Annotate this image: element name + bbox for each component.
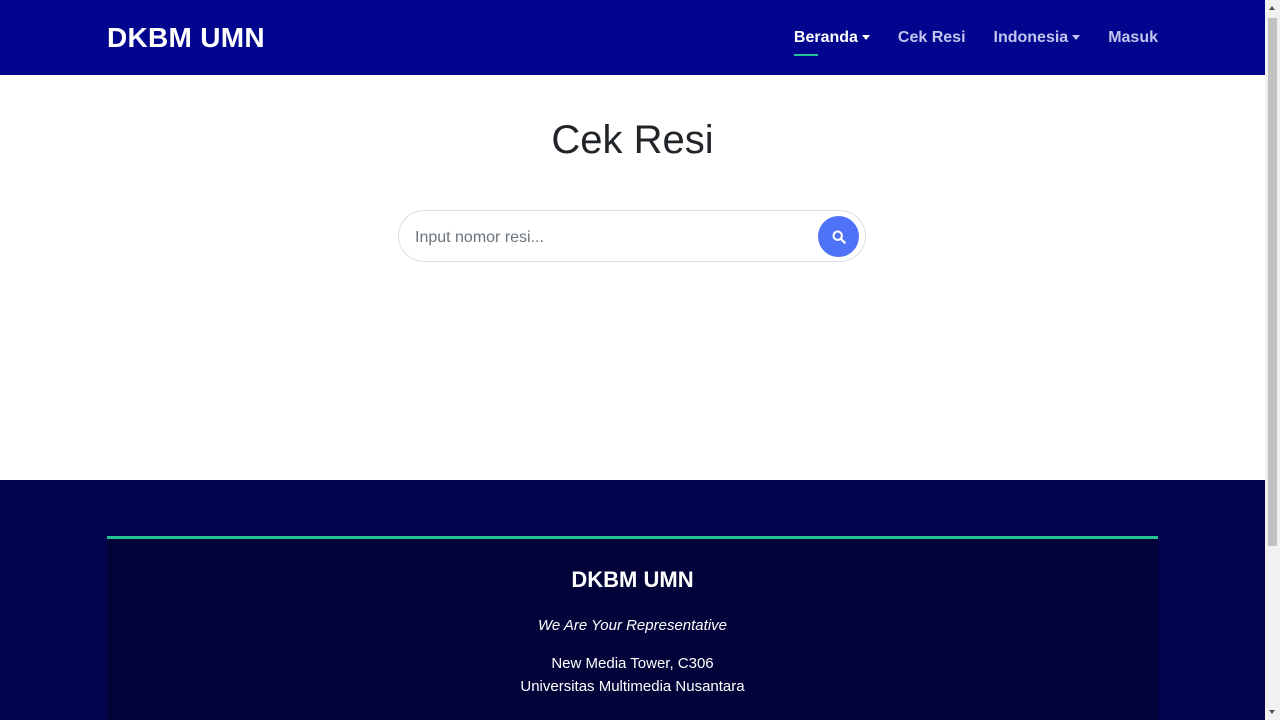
- footer: DKBM UMN We Are Your Representative New …: [0, 480, 1265, 720]
- nav-item-label: Cek Resi: [897, 28, 966, 46]
- page-title: Cek Resi: [551, 118, 714, 162]
- nav-item-label: Beranda: [793, 28, 858, 46]
- nav-item-label: Masuk: [1108, 28, 1158, 46]
- brand-logo[interactable]: DKBM UMN: [107, 22, 265, 54]
- scroll-down-arrow-icon[interactable]: [1269, 710, 1275, 714]
- scrollbar-thumb[interactable]: [1268, 18, 1277, 546]
- caret-down-icon: [861, 35, 870, 40]
- search-button[interactable]: [818, 216, 859, 257]
- nav-item-language[interactable]: Indonesia: [994, 29, 1081, 47]
- footer-card: DKBM UMN We Are Your Representative New …: [107, 536, 1158, 720]
- nav-item-cek-resi[interactable]: Cek Resi: [898, 29, 966, 47]
- footer-tagline: We Are Your Representative: [538, 617, 727, 634]
- nav-item-masuk[interactable]: Masuk: [1108, 29, 1158, 47]
- navbar: DKBM UMN Beranda Cek Resi Indonesia Masu…: [0, 0, 1265, 75]
- vertical-scrollbar[interactable]: [1265, 0, 1280, 720]
- search-bar: [398, 210, 866, 262]
- resi-search-input[interactable]: [413, 223, 807, 253]
- footer-address-line: Universitas Multimedia Nusantara: [520, 678, 745, 695]
- nav-item-label: Indonesia: [993, 28, 1069, 46]
- footer-brand: DKBM UMN: [571, 567, 694, 592]
- page: DKBM UMN Beranda Cek Resi Indonesia Masu…: [0, 0, 1265, 720]
- scroll-up-arrow-icon[interactable]: [1269, 6, 1275, 10]
- nav-menu: Beranda Cek Resi Indonesia Masuk: [766, 0, 1158, 75]
- search-icon: [831, 229, 846, 244]
- nav-item-beranda[interactable]: Beranda: [793, 28, 870, 56]
- caret-down-icon: [1072, 35, 1081, 40]
- footer-address-line: New Media Tower, C306: [551, 655, 714, 672]
